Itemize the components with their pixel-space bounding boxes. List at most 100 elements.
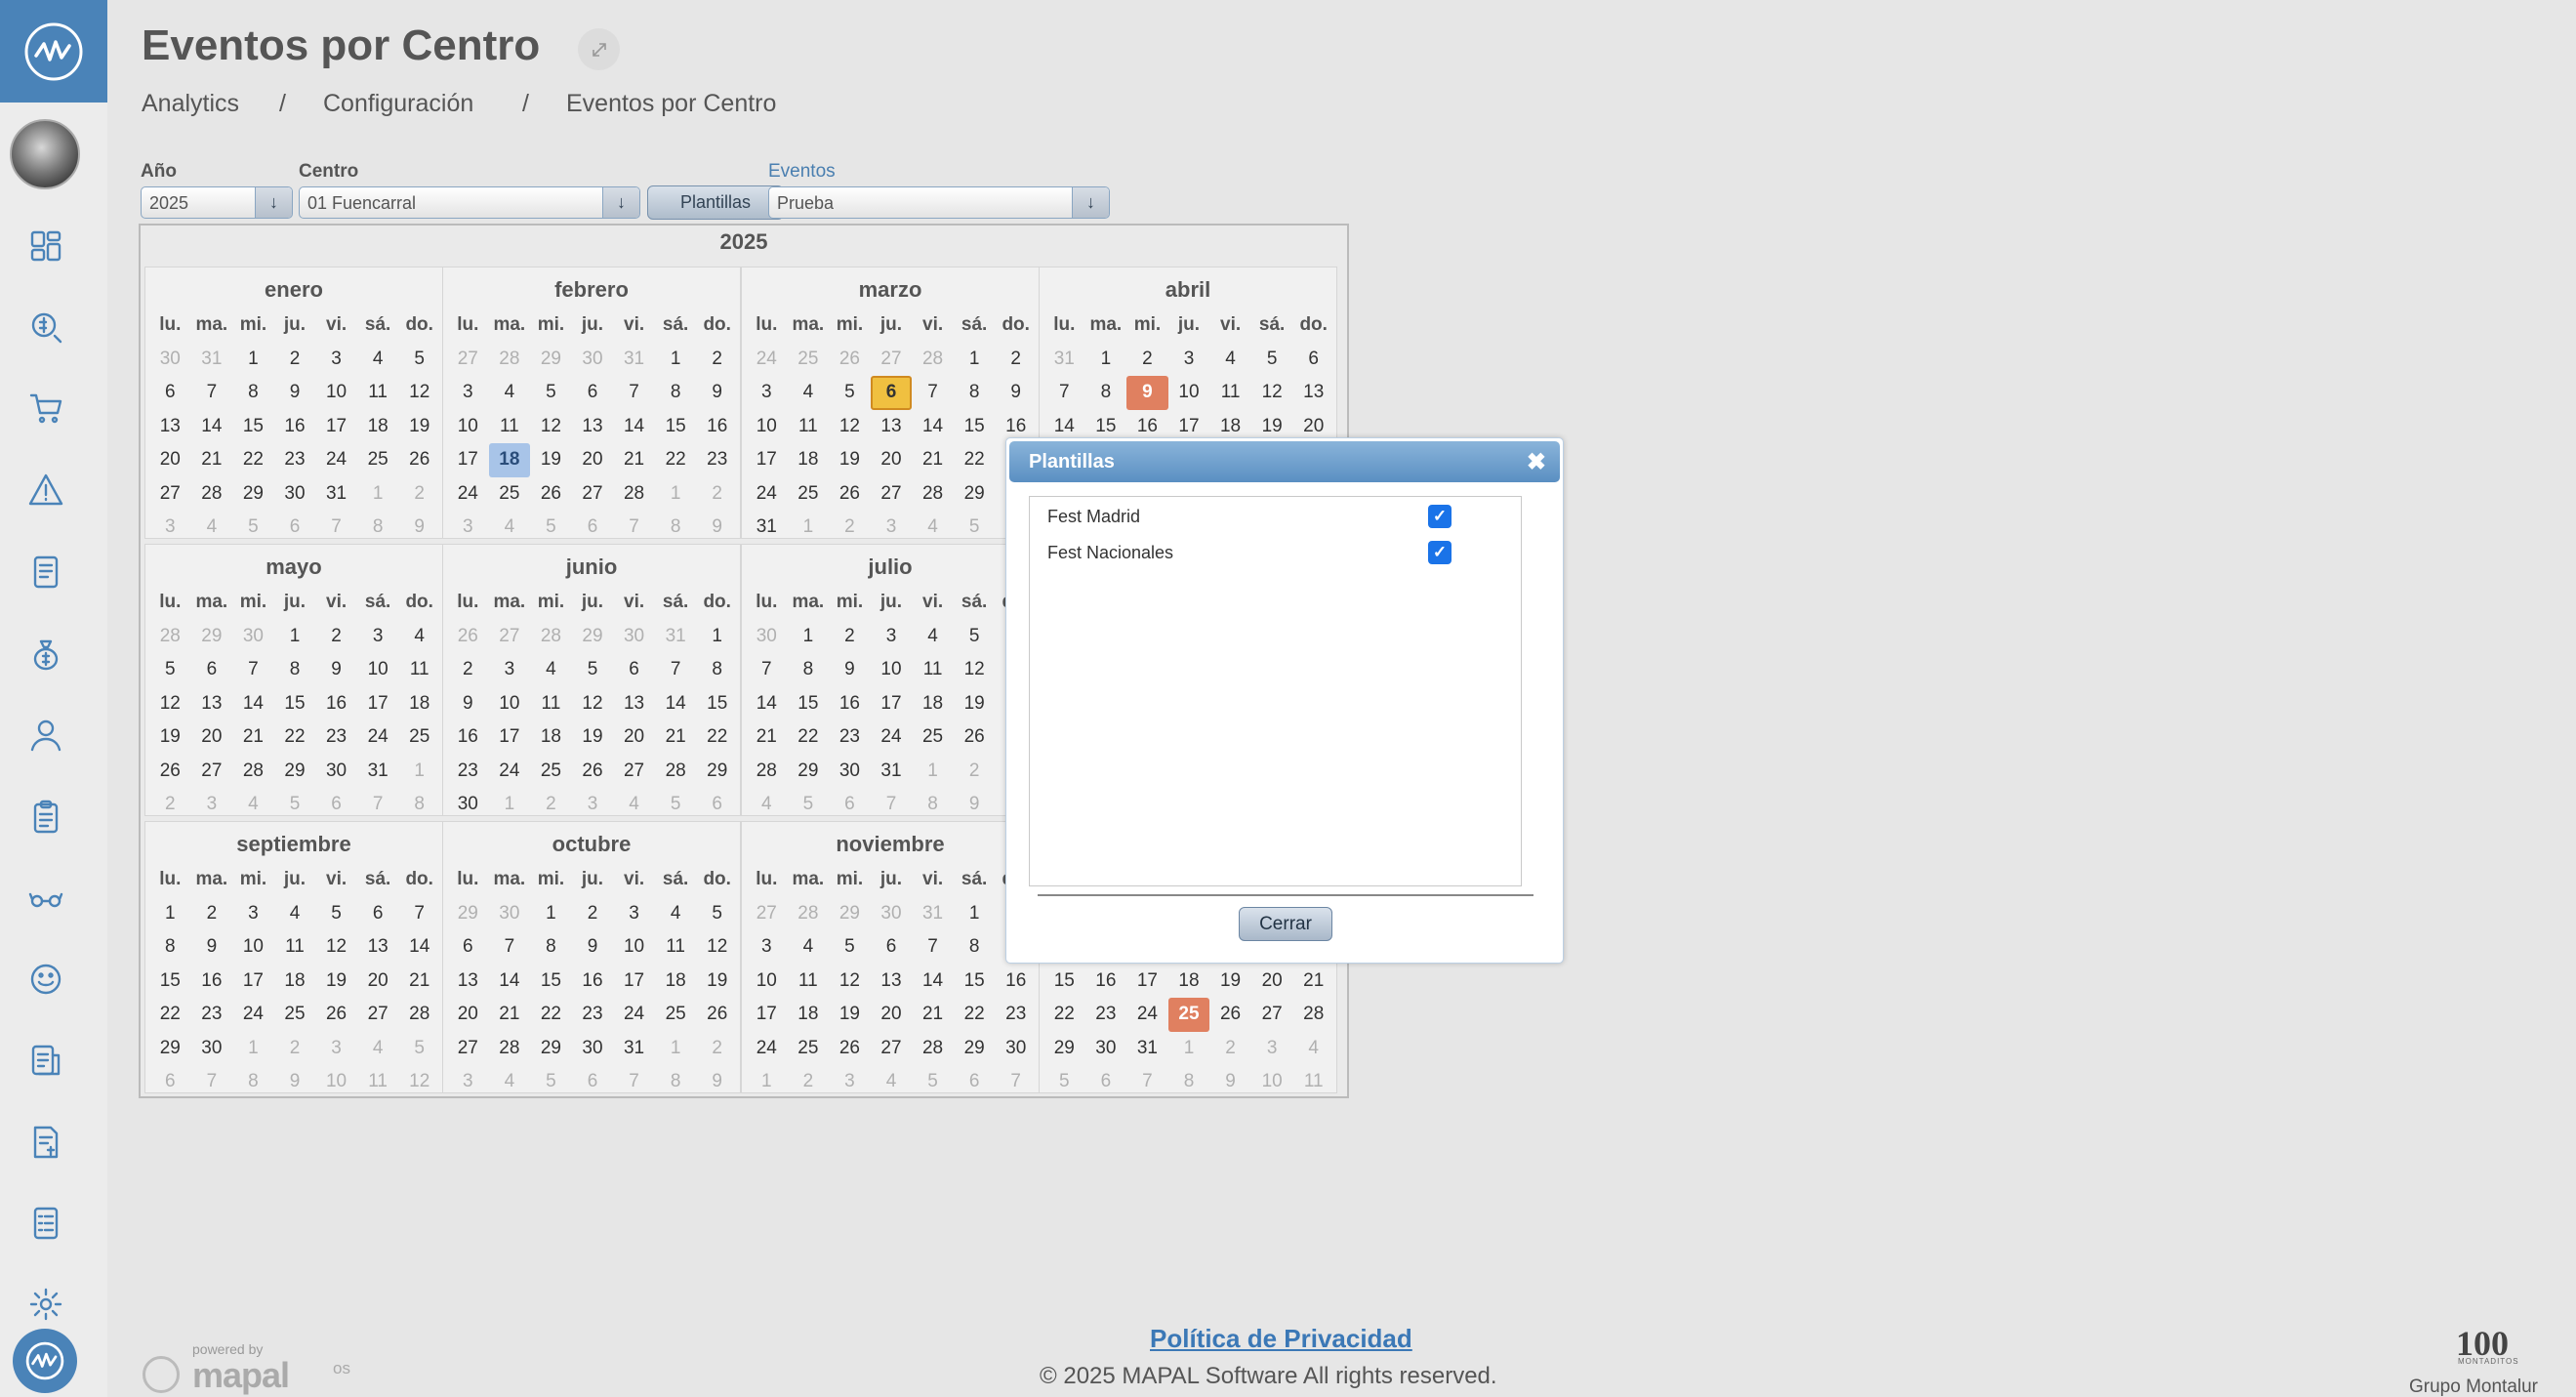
calendar-day[interactable]: 21 xyxy=(912,998,954,1032)
calendar-day[interactable]: 27 xyxy=(613,755,655,789)
calendar-day[interactable]: 20 xyxy=(191,720,233,755)
calendar-day[interactable]: 4 xyxy=(530,653,572,687)
calendar-day[interactable]: 29 xyxy=(1043,1032,1085,1066)
calendar-day[interactable]: 14 xyxy=(232,687,274,721)
checklist-icon[interactable] xyxy=(26,1204,65,1243)
calendar-day[interactable]: 7 xyxy=(912,376,954,410)
calendar-day[interactable]: 7 xyxy=(912,930,954,965)
calendar-day[interactable]: 24 xyxy=(871,720,913,755)
calendar-day[interactable]: 5 xyxy=(954,620,996,654)
calendar-day[interactable]: 10 xyxy=(871,653,913,687)
calendar-day[interactable]: 11 xyxy=(489,410,531,444)
calendar-day[interactable]: 22 xyxy=(1043,998,1085,1032)
calendar-day[interactable]: 31 xyxy=(1126,1032,1168,1066)
calendar-day[interactable]: 10 xyxy=(232,930,274,965)
calendar-day[interactable]: 12 xyxy=(954,653,996,687)
assistant-button[interactable] xyxy=(13,1329,77,1393)
calendar-day[interactable]: 6 xyxy=(613,653,655,687)
calendar-day[interactable]: 31 xyxy=(315,477,357,512)
calendar-day[interactable]: 17 xyxy=(1126,965,1168,999)
calendar-day[interactable]: 20 xyxy=(149,443,191,477)
calendar-day[interactable]: 23 xyxy=(829,720,871,755)
calendar-day[interactable]: 1 xyxy=(232,343,274,377)
calendar-day[interactable]: 26 xyxy=(696,998,738,1032)
calendar-day[interactable]: 23 xyxy=(315,720,357,755)
calendar-day[interactable]: 1 xyxy=(1085,343,1127,377)
calendar-day[interactable]: 3 xyxy=(447,376,489,410)
calendar-day[interactable]: 10 xyxy=(746,410,788,444)
calendar-day[interactable]: 5 xyxy=(149,653,191,687)
calendar-day[interactable]: 5 xyxy=(829,930,871,965)
calendar-day[interactable]: 14 xyxy=(912,410,954,444)
calendar-day[interactable]: 8 xyxy=(788,653,830,687)
calendar-day[interactable]: 2 xyxy=(274,343,316,377)
calendar-day[interactable]: 27 xyxy=(871,477,913,512)
calendar-day[interactable]: 29 xyxy=(149,1032,191,1066)
calendar-day[interactable]: 14 xyxy=(655,687,697,721)
calendar-day[interactable]: 1 xyxy=(655,343,697,377)
calendar-day[interactable]: 15 xyxy=(1043,965,1085,999)
calendar-day[interactable]: 22 xyxy=(530,998,572,1032)
calendar-day[interactable]: 7 xyxy=(1043,376,1085,410)
calendar-day[interactable]: 18 xyxy=(912,687,954,721)
calendar-day[interactable]: 21 xyxy=(912,443,954,477)
calendar-day[interactable]: 13 xyxy=(613,687,655,721)
user-avatar[interactable] xyxy=(10,119,80,189)
calendar-day[interactable]: 2 xyxy=(995,343,1037,377)
calendar-day[interactable]: 29 xyxy=(954,477,996,512)
calendar-day[interactable]: 23 xyxy=(1085,998,1127,1032)
dashboard-icon[interactable] xyxy=(26,226,65,266)
calendar-day[interactable]: 4 xyxy=(1209,343,1251,377)
calendar-day[interactable]: 29 xyxy=(954,1032,996,1066)
calendar-day[interactable]: 13 xyxy=(1292,376,1334,410)
calendar-day[interactable]: 24 xyxy=(232,998,274,1032)
calendar-day[interactable]: 27 xyxy=(447,1032,489,1066)
highlighted-day[interactable]: 9 xyxy=(1126,376,1168,410)
calendar-day[interactable]: 7 xyxy=(398,897,440,931)
calendar-day[interactable]: 4 xyxy=(398,620,440,654)
calendar-day[interactable]: 13 xyxy=(447,965,489,999)
calendar-day[interactable]: 22 xyxy=(232,443,274,477)
calendar-day[interactable]: 8 xyxy=(530,930,572,965)
calendar-day[interactable]: 27 xyxy=(191,755,233,789)
calendar-day[interactable]: 14 xyxy=(613,410,655,444)
calendar-day[interactable]: 31 xyxy=(871,755,913,789)
calendar-day[interactable]: 30 xyxy=(191,1032,233,1066)
calendar-day[interactable]: 2 xyxy=(447,653,489,687)
calendar-day[interactable]: 17 xyxy=(746,998,788,1032)
calendar-day[interactable]: 6 xyxy=(1292,343,1334,377)
calendar-day[interactable]: 9 xyxy=(572,930,614,965)
calendar-day[interactable]: 16 xyxy=(274,410,316,444)
privacy-link[interactable]: Política de Privacidad xyxy=(1150,1324,1412,1354)
calendar-day[interactable]: 3 xyxy=(1168,343,1210,377)
calendar-day[interactable]: 17 xyxy=(357,687,399,721)
calendar-day[interactable]: 11 xyxy=(655,930,697,965)
calendar-day[interactable]: 5 xyxy=(315,897,357,931)
calendar-day[interactable]: 12 xyxy=(829,410,871,444)
calendar-day[interactable]: 21 xyxy=(398,965,440,999)
calendar-day[interactable]: 23 xyxy=(995,998,1037,1032)
calendar-day[interactable]: 22 xyxy=(696,720,738,755)
calendar-day[interactable]: 6 xyxy=(149,376,191,410)
calendar-day[interactable]: 3 xyxy=(871,620,913,654)
calendar-day[interactable]: 24 xyxy=(489,755,531,789)
calendar-day[interactable]: 24 xyxy=(746,1032,788,1066)
calendar-day[interactable]: 10 xyxy=(315,376,357,410)
smiley-icon[interactable] xyxy=(26,960,65,999)
calendar-day[interactable]: 29 xyxy=(788,755,830,789)
calendar-day[interactable]: 16 xyxy=(1085,965,1127,999)
calendar-day[interactable]: 26 xyxy=(829,1032,871,1066)
calendar-day[interactable]: 14 xyxy=(489,965,531,999)
calendar-day[interactable]: 10 xyxy=(1168,376,1210,410)
calendar-day[interactable]: 15 xyxy=(232,410,274,444)
calendar-day[interactable]: 7 xyxy=(232,653,274,687)
calendar-day[interactable]: 18 xyxy=(357,410,399,444)
calendar-day[interactable]: 3 xyxy=(315,343,357,377)
calendar-day[interactable]: 5 xyxy=(1251,343,1293,377)
calendar-day[interactable]: 25 xyxy=(788,477,830,512)
calendar-day[interactable]: 8 xyxy=(274,653,316,687)
calendar-day[interactable]: 4 xyxy=(357,343,399,377)
calendar-day[interactable]: 10 xyxy=(447,410,489,444)
calendar-day[interactable]: 11 xyxy=(357,376,399,410)
calendar-day[interactable]: 19 xyxy=(1209,965,1251,999)
